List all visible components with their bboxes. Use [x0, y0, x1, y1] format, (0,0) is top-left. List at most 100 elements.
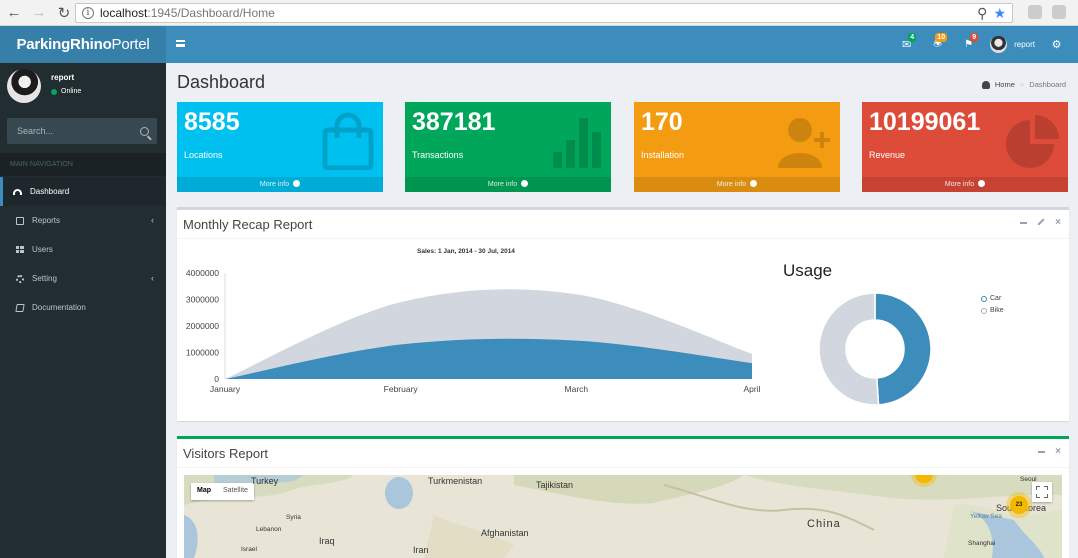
header-user-name: report: [1014, 40, 1035, 49]
x-tick-label: March: [565, 384, 589, 394]
map-label: Turkey: [251, 476, 279, 486]
back-icon[interactable]: ←: [3, 2, 25, 24]
dashboard-icon: [13, 188, 22, 195]
avatar: [7, 69, 41, 103]
collapse-icon[interactable]: [1020, 222, 1028, 224]
address-bar[interactable]: i localhost:1945/Dashboard/Home ⚲ ★: [75, 3, 1013, 23]
fullscreen-button[interactable]: [1032, 482, 1052, 502]
map-cluster-marker[interactable]: 23: [1010, 496, 1028, 514]
url-host: localhost: [100, 6, 148, 20]
sidebar-item-documentation[interactable]: Documentation: [0, 293, 166, 322]
legend-car[interactable]: Car: [981, 295, 1001, 302]
logo[interactable]: ParkingRhino Portel: [0, 26, 166, 63]
map-label: Afghanistan: [481, 528, 529, 538]
notifications-button[interactable]: 🕭 10: [922, 26, 953, 63]
stat-value: 170: [641, 108, 683, 136]
sidebar-item-dashboard[interactable]: Dashboard: [0, 177, 166, 206]
search-button[interactable]: [131, 118, 157, 144]
arrow-circle-right-icon: [293, 180, 301, 187]
shopping-bag-icon: [322, 112, 374, 170]
chart-title: Sales: 1 Jan, 2014 - 30 Jul, 2014: [417, 248, 515, 255]
tasks-badge: 9: [970, 33, 979, 42]
collapse-icon[interactable]: [1038, 451, 1046, 453]
legend-bike[interactable]: Bike: [981, 307, 1004, 314]
breadcrumb: Home > Dashboard: [981, 80, 1066, 89]
search-input[interactable]: Search...: [7, 126, 131, 136]
sidebar-user-name: report: [51, 73, 75, 82]
stat-label: Locations: [184, 150, 223, 160]
gears-icon: ⚙: [1051, 39, 1062, 51]
extension-icon[interactable]: [1028, 5, 1042, 19]
breadcrumb-current: Dashboard: [1029, 80, 1066, 89]
setting-icon: [16, 274, 24, 283]
donut-slice-bike[interactable]: [818, 292, 880, 406]
sidebar-item-reports[interactable]: Reports ‹: [0, 206, 166, 235]
breadcrumb-home[interactable]: Home: [995, 80, 1015, 89]
map-tab-satellite[interactable]: Satellite: [217, 483, 254, 500]
sidebar-section-header: MAIN NAVIGATION: [0, 153, 166, 176]
donut-slice-car[interactable]: [874, 292, 932, 406]
y-tick-label: 2000000: [186, 321, 219, 331]
map-label: Tajikistan: [536, 480, 574, 490]
map-tab-map[interactable]: Map: [191, 483, 217, 500]
more-info-link[interactable]: More info: [862, 177, 1068, 192]
messages-button[interactable]: ✉ 4: [891, 26, 922, 63]
y-tick-label: 4000000: [186, 268, 219, 278]
control-sidebar-button[interactable]: ⚙: [1041, 26, 1072, 63]
close-icon[interactable]: ×: [1055, 218, 1061, 228]
chevron-left-icon: ‹: [151, 215, 154, 225]
box-title: Monthly Recap Report: [183, 217, 313, 232]
online-dot-icon: [51, 88, 57, 95]
sidebar-toggle-icon[interactable]: [176, 40, 185, 47]
info-icon[interactable]: i: [82, 7, 94, 19]
notifications-badge: 10: [935, 33, 948, 42]
wrench-icon[interactable]: [1037, 218, 1045, 226]
star-icon[interactable]: ★: [993, 5, 1006, 22]
main-header: ParkingRhino Portel ✉ 4 🕭 10 ⚑ 9 report ⚙: [0, 26, 1078, 63]
stat-label: Installation: [641, 150, 685, 160]
box-header: Monthly Recap Report ×: [177, 210, 1069, 239]
avatar: [990, 36, 1008, 53]
more-info-link[interactable]: More info: [177, 177, 383, 192]
zoom-icon[interactable]: ⚲: [977, 5, 987, 22]
close-icon[interactable]: ×: [1055, 447, 1061, 457]
more-info-link[interactable]: More info: [634, 177, 840, 192]
url-path: :1945/Dashboard/Home: [147, 6, 275, 20]
legend-marker-icon: [981, 307, 987, 314]
stat-box-locations: 8585 Locations More info: [177, 102, 383, 192]
pie-chart-icon: [1006, 115, 1059, 168]
documentation-icon: [15, 303, 25, 312]
sidebar-item-setting[interactable]: Setting ‹: [0, 264, 166, 293]
sidebar-item-users[interactable]: Users: [0, 235, 166, 264]
user-status: Online: [51, 88, 81, 95]
sidebar: report Online Search... MAIN NAVIGATION …: [0, 63, 166, 558]
map-terrain: [184, 475, 1062, 558]
usage-donut-chart: [818, 292, 932, 406]
sidebar-search[interactable]: Search...: [7, 118, 157, 144]
forward-icon[interactable]: →: [28, 2, 50, 24]
tasks-button[interactable]: ⚑ 9: [953, 26, 984, 63]
user-menu[interactable]: report: [984, 26, 1041, 63]
map-label: Lebanon: [256, 526, 282, 533]
y-tick-label: 1000000: [186, 348, 219, 358]
legend-marker-icon: [981, 295, 987, 302]
stat-label: Revenue: [869, 150, 906, 160]
stat-value: 10199061: [869, 108, 981, 136]
messages-badge: 4: [908, 33, 917, 42]
more-info-link[interactable]: More info: [405, 177, 611, 192]
visitors-map[interactable]: Map Satellite Turkey Turkmenistan Tajiki…: [184, 475, 1062, 558]
box-title: Visitors Report: [183, 446, 269, 461]
reload-icon[interactable]: ↻: [53, 2, 75, 24]
fullscreen-icon: [1036, 486, 1040, 490]
users-icon: [16, 245, 24, 254]
page-title: Dashboard: [177, 72, 266, 92]
box-header: Visitors Report ×: [177, 439, 1069, 468]
sales-area-chart: 0 1000000 2000000 3000000 4000000 January Febr…: [186, 268, 761, 394]
stat-box-installation: 170 Installation More info: [634, 102, 840, 192]
stat-value: 8585: [184, 108, 240, 136]
usage-title: Usage: [783, 261, 833, 280]
arrow-circle-right-icon: [521, 180, 529, 187]
map-label: Yellow Sea: [970, 513, 1002, 520]
map-label: Israel: [241, 546, 257, 553]
extension-icon[interactable]: [1052, 5, 1066, 19]
